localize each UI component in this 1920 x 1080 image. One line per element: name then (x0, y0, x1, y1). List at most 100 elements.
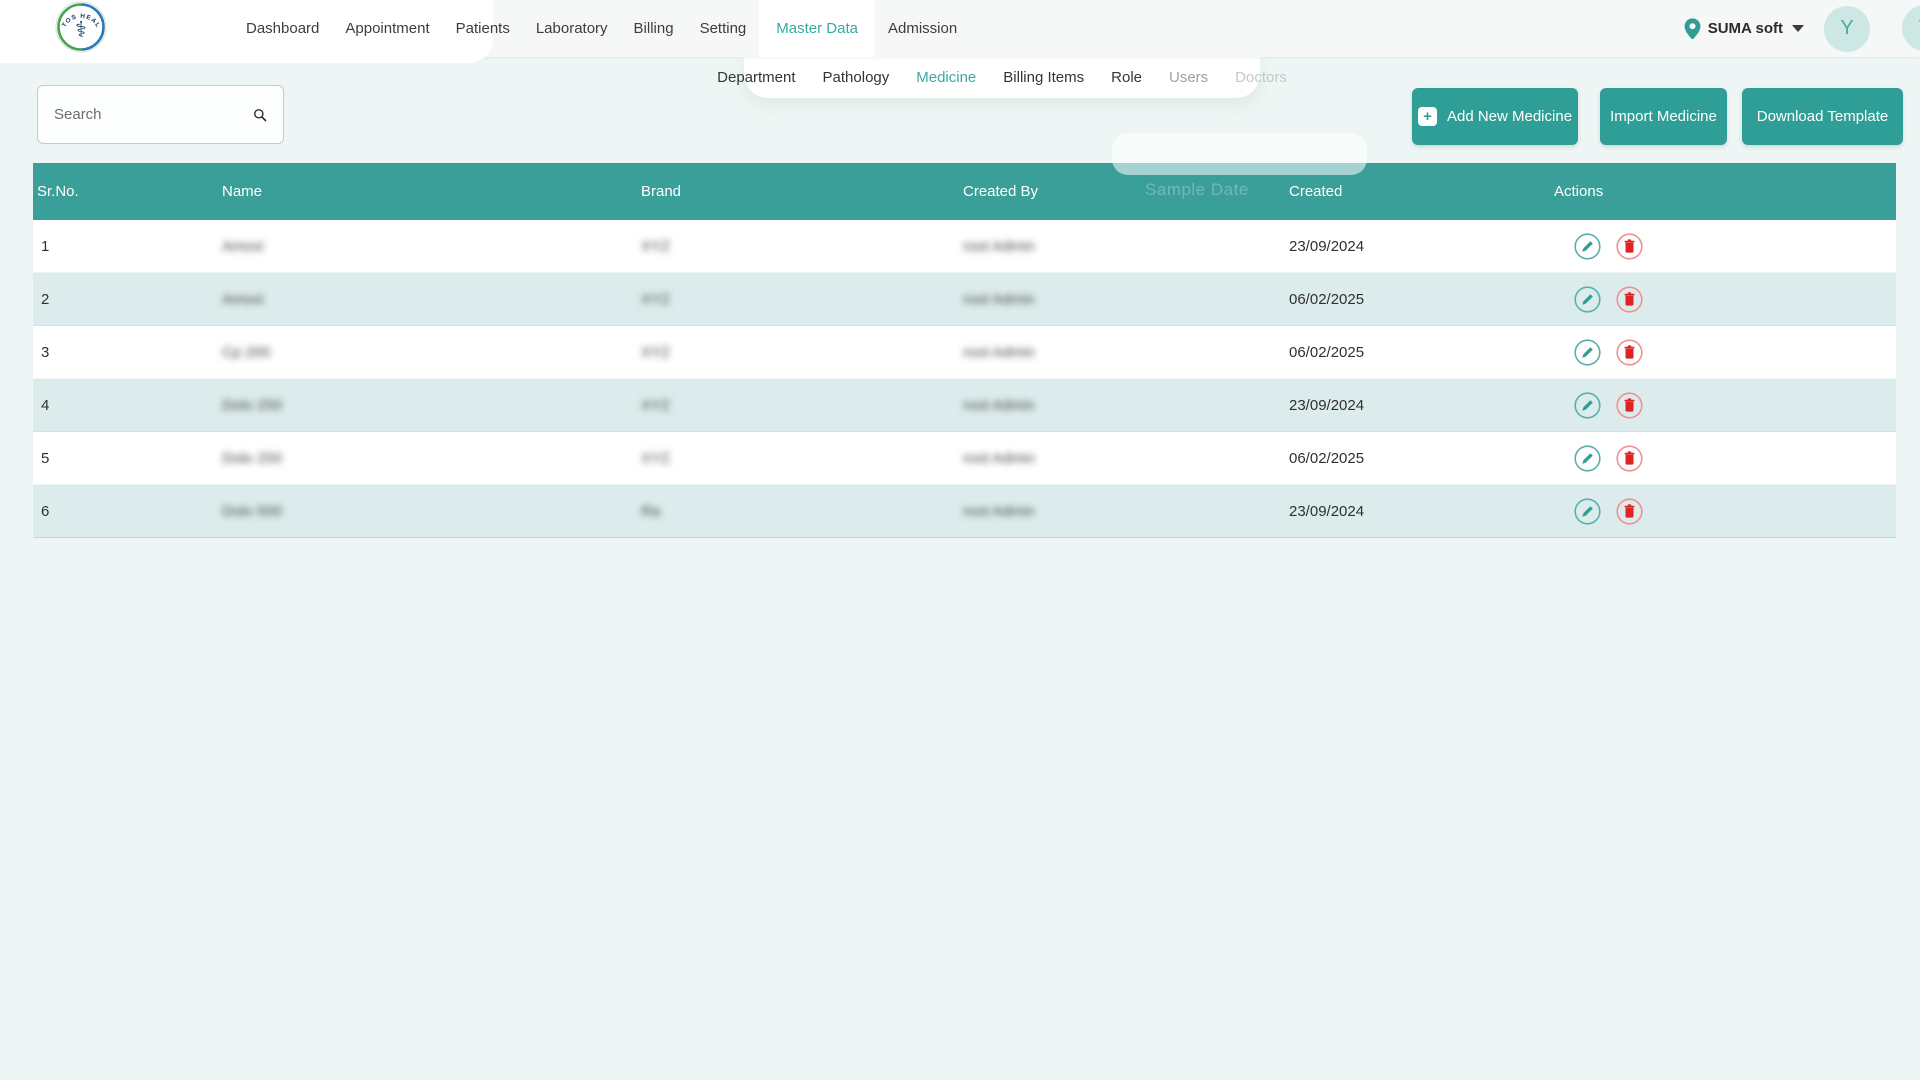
svg-text:⚕: ⚕ (75, 17, 87, 42)
cell-srno: 6 (33, 503, 218, 520)
cell-created: 23/09/2024 (1285, 238, 1550, 255)
col-header-brand: Brand (637, 183, 959, 200)
cell-brand: XYZ (637, 450, 959, 467)
delete-trash-icon[interactable] (1616, 233, 1643, 260)
tab-department[interactable]: Department (717, 69, 795, 86)
cell-brand: XYZ (637, 397, 959, 414)
delete-trash-icon[interactable] (1616, 286, 1643, 313)
table-row: 2 Amoxi XYZ root Admin 06/02/2025 (33, 273, 1896, 326)
cell-srno: 2 (33, 291, 218, 308)
cell-name: Cp 200 (218, 344, 637, 361)
cell-name: Amoxi (218, 238, 637, 255)
logo-caduceus-icon: EKTOS HEALTH ⚕ (55, 1, 107, 53)
delete-trash-icon[interactable] (1616, 498, 1643, 525)
import-medicine-label: Import Medicine (1610, 108, 1717, 125)
cell-name: Dolo 500 (218, 503, 637, 520)
cell-srno: 4 (33, 397, 218, 414)
edit-pencil-icon[interactable] (1574, 498, 1601, 525)
table-row: 5 Dolo 250 XYZ root Admin 06/02/2025 (33, 432, 1896, 485)
tab-pathology[interactable]: Pathology (823, 69, 890, 86)
nav-item-patients[interactable]: Patients (443, 0, 523, 57)
nav-item-billing[interactable]: Billing (621, 0, 687, 57)
user-avatar[interactable]: Y (1824, 6, 1870, 52)
location-selector[interactable]: SUMA soft (1684, 18, 1804, 40)
cell-actions (1550, 339, 1896, 366)
edit-pencil-icon[interactable] (1574, 286, 1601, 313)
edit-pencil-icon[interactable] (1574, 339, 1601, 366)
cell-created-by: root Admin (959, 291, 1285, 308)
cell-actions (1550, 445, 1896, 472)
cell-created-by: root Admin (959, 397, 1285, 414)
cell-srno: 5 (33, 450, 218, 467)
cell-created-by: root Admin (959, 503, 1285, 520)
cell-brand: Ra (637, 503, 959, 520)
cell-name: Dolo 250 (218, 450, 637, 467)
col-header-actions: Actions (1550, 183, 1896, 200)
import-medicine-button[interactable]: Import Medicine (1600, 88, 1727, 145)
cell-name: Amoxi (218, 291, 637, 308)
nav-item-master-data[interactable]: Master Data (759, 0, 875, 57)
cell-srno: 1 (33, 238, 218, 255)
add-new-medicine-button[interactable]: + Add New Medicine (1412, 88, 1578, 145)
nav-item-admission[interactable]: Admission (875, 0, 970, 57)
cell-created: 23/09/2024 (1285, 397, 1550, 414)
main-nav: Dashboard Appointment Patients Laborator… (233, 0, 970, 57)
edit-pencil-icon[interactable] (1574, 392, 1601, 419)
top-navbar: EKTOS HEALTH ⚕ Dashboard Appointment Pat… (0, 0, 1920, 57)
tab-role[interactable]: Role (1111, 69, 1142, 86)
search-input[interactable] (54, 106, 253, 123)
cell-actions (1550, 392, 1896, 419)
table-row: 3 Cp 200 XYZ root Admin 06/02/2025 (33, 326, 1896, 379)
cell-created-by: root Admin (959, 344, 1285, 361)
col-header-srno: Sr.No. (33, 183, 218, 200)
cell-actions (1550, 233, 1896, 260)
sample-card (1112, 133, 1367, 175)
app-logo[interactable]: EKTOS HEALTH ⚕ (55, 1, 107, 53)
tab-medicine[interactable]: Medicine (916, 69, 976, 86)
cell-created: 23/09/2024 (1285, 503, 1550, 520)
table-row: 6 Dolo 500 Ra root Admin 23/09/2024 (33, 485, 1896, 538)
cell-brand: XYZ (637, 291, 959, 308)
cell-brand: XYZ (637, 238, 959, 255)
location-pin-icon (1684, 18, 1701, 40)
edit-pencil-icon[interactable] (1574, 233, 1601, 260)
nav-item-setting[interactable]: Setting (687, 0, 760, 57)
master-data-tabs: Department Pathology Medicine Billing It… (744, 57, 1260, 98)
table-header-row: Sr.No. Name Brand Created By Created Act… (33, 163, 1896, 220)
delete-trash-icon[interactable] (1616, 339, 1643, 366)
cell-name: Dolo 250 (218, 397, 637, 414)
download-template-button[interactable]: Download Template (1742, 88, 1903, 145)
table-row: 4 Dolo 250 XYZ root Admin 23/09/2024 (33, 379, 1896, 432)
tab-billing-items[interactable]: Billing Items (1003, 69, 1084, 86)
nav-item-appointment[interactable]: Appointment (332, 0, 442, 57)
delete-trash-icon[interactable] (1616, 445, 1643, 472)
add-new-medicine-label: Add New Medicine (1447, 108, 1572, 125)
nav-item-dashboard[interactable]: Dashboard (233, 0, 332, 57)
cell-created-by: root Admin (959, 238, 1285, 255)
tab-doctors[interactable]: Doctors (1235, 69, 1287, 86)
cell-actions (1550, 498, 1896, 525)
col-header-name: Name (218, 183, 637, 200)
download-template-label: Download Template (1757, 108, 1888, 125)
col-header-created: Created (1285, 183, 1550, 200)
sample-date-watermark: Sample Date (1145, 180, 1249, 200)
cell-created: 06/02/2025 (1285, 291, 1550, 308)
cell-brand: XYZ (637, 344, 959, 361)
table-row: 1 Amoxi XYZ root Admin 23/09/2024 (33, 220, 1896, 273)
nav-right-cluster: SUMA soft Y (1684, 0, 1870, 57)
location-name: SUMA soft (1708, 20, 1783, 37)
caret-down-icon (1792, 25, 1804, 32)
cell-created: 06/02/2025 (1285, 344, 1550, 361)
search-icon (253, 105, 267, 125)
nav-item-laboratory[interactable]: Laboratory (523, 0, 621, 57)
cell-srno: 3 (33, 344, 218, 361)
medicine-table: Sr.No. Name Brand Created By Created Act… (33, 163, 1896, 538)
search-box (37, 85, 284, 144)
cell-created: 06/02/2025 (1285, 450, 1550, 467)
edit-pencil-icon[interactable] (1574, 445, 1601, 472)
plus-icon: + (1418, 107, 1437, 126)
cell-actions (1550, 286, 1896, 313)
cell-created-by: root Admin (959, 450, 1285, 467)
tab-users[interactable]: Users (1169, 69, 1208, 86)
delete-trash-icon[interactable] (1616, 392, 1643, 419)
